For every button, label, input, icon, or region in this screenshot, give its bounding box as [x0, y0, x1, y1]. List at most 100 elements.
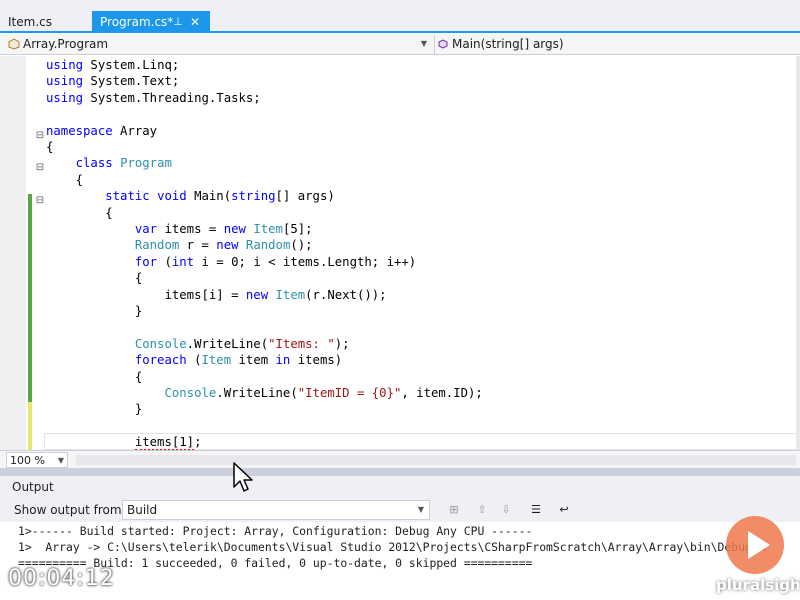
code-token: using — [46, 74, 84, 89]
code-token: new — [223, 222, 246, 236]
code-token: "ItemID = {0}" — [297, 386, 402, 400]
code-token: int — [171, 254, 195, 269]
code-token: Item — [275, 287, 306, 302]
code-token: using — [46, 58, 84, 72]
collapse-icon[interactable]: ⊟ — [35, 196, 45, 206]
code-token: { — [46, 140, 54, 154]
code-token: [] args) — [275, 189, 335, 204]
collapse-icon[interactable]: ⊟ — [35, 131, 45, 141]
code-token: Item — [253, 222, 283, 236]
code-line: items[i] = new Item(r.Next()); — [46, 287, 387, 303]
output-panel: Output Show output from: Build ▼ ⊞ ⇧ ⇩ ☰… — [0, 476, 800, 600]
code-token: { — [46, 271, 143, 286]
code-token: } — [46, 304, 143, 318]
code-token: System.Linq; — [83, 58, 180, 72]
code-token: Program — [120, 156, 172, 171]
code-token: namespace — [46, 123, 113, 138]
play-icon — [748, 531, 770, 559]
code-line: using System.Text; — [46, 73, 179, 89]
member-dropdown[interactable]: Main(string[] args) — [434, 35, 800, 54]
code-line: using System.Linq; — [46, 57, 179, 73]
code-token: ); — [334, 336, 350, 351]
window-top-strip — [0, 0, 800, 8]
code-token: { — [46, 172, 84, 187]
type-dropdown-label: Array.Program — [23, 37, 109, 51]
clear-all-icon[interactable]: ☰ — [528, 502, 544, 518]
code-line: Random r = new Random(); — [46, 237, 313, 253]
indicator-margin — [0, 56, 26, 450]
code-token: var — [134, 222, 158, 236]
code-token: System.Text; — [83, 74, 180, 89]
output-text-area[interactable]: 1>------ Build started: Project: Array, … — [0, 522, 800, 600]
code-line: Console.WriteLine("ItemID = {0}", item.I… — [46, 385, 483, 401]
code-token: ( — [186, 353, 202, 368]
code-token: .WriteLine( — [216, 386, 298, 400]
mouse-pointer-icon — [233, 462, 253, 492]
output-source-select[interactable]: Build ▼ — [122, 500, 430, 520]
code-line: { — [46, 369, 142, 385]
code-token: new — [216, 238, 239, 253]
code-token: , item.ID); — [401, 386, 483, 400]
type-dropdown[interactable]: Array.Program ▼ — [8, 35, 430, 54]
horizontal-scrollbar[interactable] — [76, 455, 796, 465]
next-message-icon[interactable]: ⇩ — [498, 502, 514, 518]
play-button[interactable] — [726, 516, 784, 574]
code-token: items) — [290, 353, 343, 368]
vertical-scrollbar[interactable] — [796, 56, 800, 450]
code-token: Random — [134, 238, 180, 253]
brand-logo: pluralsight — [716, 576, 800, 594]
code-line: foreach (Item item in items) — [46, 352, 342, 368]
code-token: for — [134, 254, 158, 269]
change-indicator-unsaved — [28, 402, 32, 450]
code-token: using — [46, 90, 84, 105]
code-line: items[1]; — [46, 434, 201, 450]
tab-program-cs[interactable]: Program.cs* ⊥ ✕ — [92, 11, 210, 33]
method-icon — [438, 39, 448, 49]
code-token: (r.Next()); — [305, 287, 387, 302]
pin-icon[interactable]: ⊥ — [172, 11, 184, 33]
code-token: ( — [157, 254, 172, 269]
code-line: for (int i = 0; i < items.Length; i++) — [46, 254, 416, 270]
output-toolbar: Show output from: Build ▼ ⊞ ⇧ ⇩ ☰ ↩ — [0, 498, 800, 522]
show-output-label: Show output from: — [14, 503, 126, 517]
code-token: [5]; — [282, 222, 313, 236]
panel-splitter[interactable] — [0, 468, 800, 476]
code-token: Random — [245, 238, 291, 253]
word-wrap-icon[interactable]: ↩ — [556, 502, 572, 518]
code-token: Array — [112, 123, 158, 138]
member-dropdown-label: Main(string[] args) — [452, 37, 564, 51]
code-token: void — [157, 189, 187, 204]
zoom-dropdown[interactable]: 100 % ▼ — [6, 452, 68, 468]
code-token: "Items: " — [268, 336, 335, 351]
go-to-message-icon[interactable]: ⊞ — [446, 502, 462, 518]
code-line: { — [46, 139, 53, 155]
class-icon — [8, 38, 20, 50]
collapse-icon[interactable]: ⊟ — [35, 163, 45, 173]
code-token: string — [231, 189, 276, 204]
code-token: Console — [164, 386, 217, 400]
code-token: { — [46, 369, 143, 384]
editor-status-bar: 100 % ▼ — [0, 450, 800, 468]
output-line: 1>------ Build started: Project: Array, … — [18, 524, 533, 538]
chevron-down-icon: ▼ — [420, 39, 428, 48]
output-panel-title: Output — [12, 480, 54, 494]
code-line: Console.WriteLine("Items: "); — [46, 336, 350, 352]
code-token: .WriteLine( — [186, 336, 269, 351]
code-token: (); — [290, 238, 313, 253]
document-tab-bar: Item.cs Program.cs* ⊥ ✕ — [0, 8, 800, 33]
chevron-down-icon: ▼ — [417, 505, 425, 514]
tab-item-cs[interactable]: Item.cs — [0, 11, 88, 33]
code-token: Main( — [186, 189, 232, 204]
code-token: } — [46, 402, 143, 417]
previous-message-icon[interactable]: ⇧ — [474, 502, 490, 518]
code-editor[interactable]: ⊟ ⊟ ⊟ using System.Linq; using System.Tex… — [0, 56, 800, 450]
close-icon[interactable]: ✕ — [188, 11, 202, 33]
